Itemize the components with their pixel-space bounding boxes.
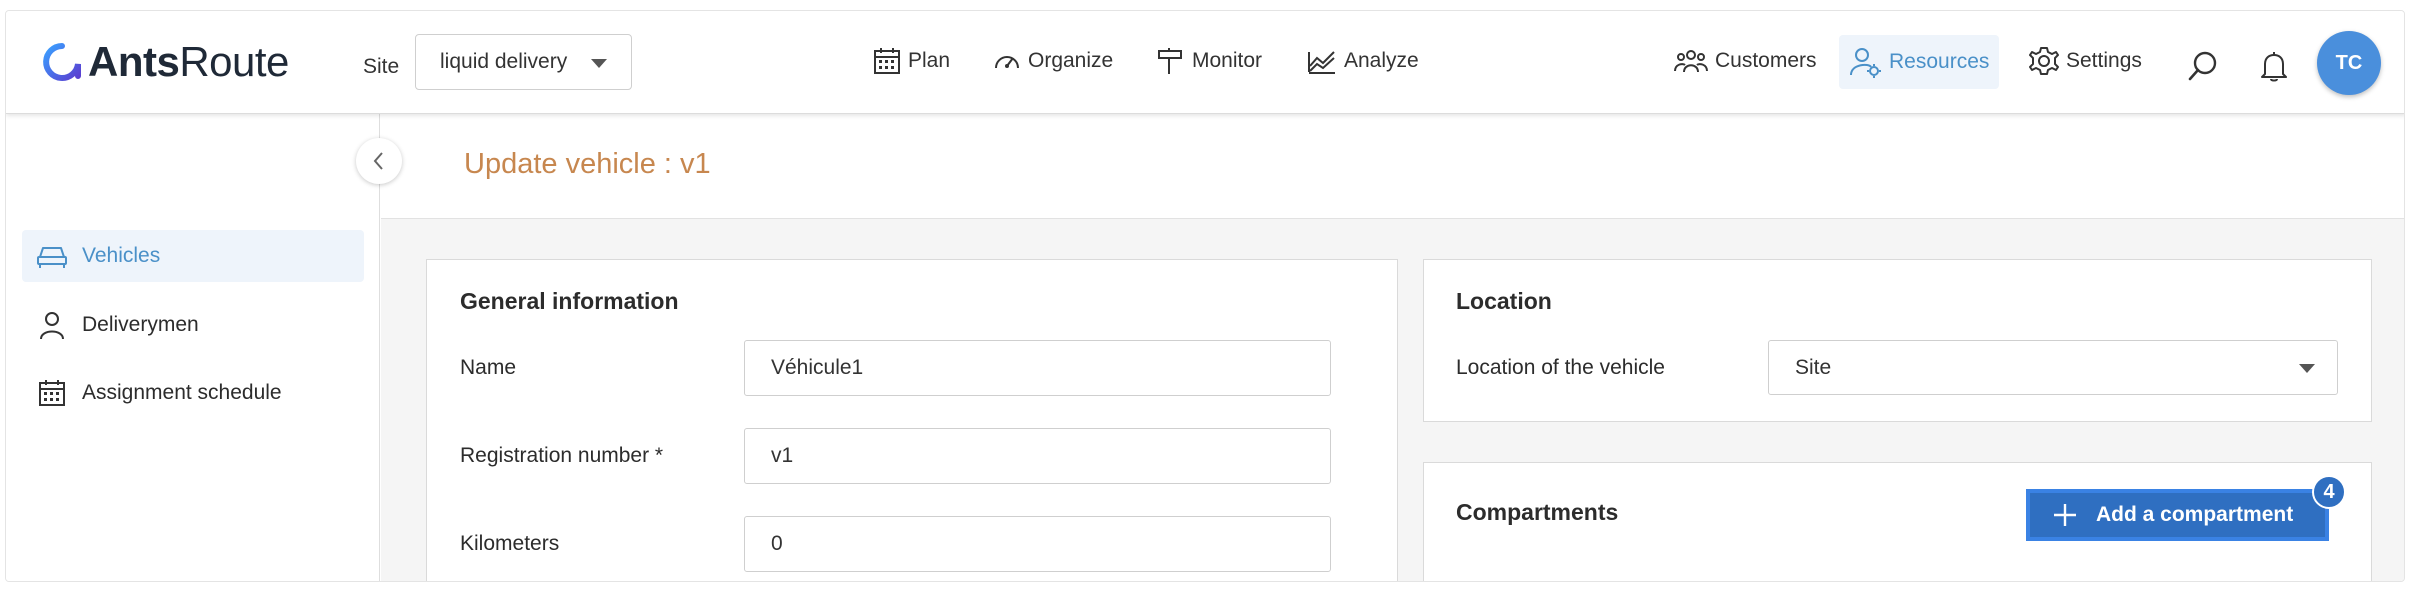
user-gear-icon xyxy=(1850,48,1881,78)
calendar-icon xyxy=(39,380,65,406)
nav-analyze-label: Analyze xyxy=(1344,49,1419,72)
location-select-value: Site xyxy=(1795,355,1832,379)
gear-icon xyxy=(2029,47,2059,75)
notifications-button[interactable] xyxy=(2257,49,2291,83)
nav-customers-label: Customers xyxy=(1715,49,1817,72)
search-button[interactable] xyxy=(2186,49,2220,83)
collapse-sidebar-button[interactable] xyxy=(356,138,402,184)
users-icon xyxy=(1674,50,1708,73)
car-icon xyxy=(37,247,67,268)
page-title: Update vehicle : v1 xyxy=(464,148,711,180)
person-icon xyxy=(40,312,64,340)
chevron-left-icon xyxy=(373,152,383,170)
plus-icon xyxy=(2054,504,2076,526)
avatar[interactable]: TC xyxy=(2317,31,2381,95)
add-compartment-label: Add a compartment xyxy=(2096,503,2294,526)
step-badge: 4 xyxy=(2312,475,2346,509)
name-input[interactable] xyxy=(744,340,1331,396)
site-label: Site xyxy=(363,55,400,78)
kilometers-label: Kilometers xyxy=(460,532,560,555)
nav-customers[interactable]: Customers xyxy=(1673,39,1817,83)
site-select-value: liquid delivery xyxy=(440,50,568,73)
calendar-icon xyxy=(874,48,900,74)
name-label: Name xyxy=(460,356,517,379)
bell-icon xyxy=(2261,52,2287,82)
nav-analyze[interactable]: Analyze xyxy=(1306,39,1419,83)
add-compartment-button[interactable]: Add a compartment xyxy=(2026,489,2329,541)
location-select[interactable]: Site xyxy=(1768,340,2338,395)
sidebar-item-assignment-schedule[interactable]: Assignment schedule xyxy=(22,367,364,419)
chevron-down-icon xyxy=(591,59,607,68)
location-title: Location xyxy=(1456,288,1552,314)
main-content: Update vehicle : v1 General information … xyxy=(381,114,2404,581)
location-card: Location Location of the vehicle Site xyxy=(1423,259,2372,422)
general-information-title: General information xyxy=(460,288,679,314)
logo-text: AntsRoute xyxy=(88,38,289,85)
chart-icon xyxy=(1308,51,1335,74)
sidebar-item-vehicles[interactable]: Vehicles xyxy=(22,230,364,282)
sidebar-item-label: Vehicles xyxy=(82,244,161,267)
nav-settings-label: Settings xyxy=(2066,49,2142,72)
app-window: AntsRoute Site liquid delivery Plan Orga… xyxy=(5,10,2405,582)
site-select[interactable]: liquid delivery xyxy=(415,34,632,90)
kilometers-input[interactable] xyxy=(744,516,1331,572)
sidebar: Vehicles Deliverymen Assignment schedule xyxy=(6,114,380,581)
signpost-icon xyxy=(1158,48,1182,74)
page-header: Update vehicle : v1 xyxy=(381,114,2404,219)
general-information-card: General information Name Registration nu… xyxy=(426,259,1398,581)
nav-settings[interactable]: Settings xyxy=(2028,39,2142,83)
sidebar-item-label: Assignment schedule xyxy=(82,381,282,404)
registration-number-label: Registration number * xyxy=(460,444,664,467)
nav-plan-label: Plan xyxy=(908,49,951,72)
nav-plan[interactable]: Plan xyxy=(872,39,950,83)
nav-organize[interactable]: Organize xyxy=(992,39,1113,83)
compartments-title: Compartments xyxy=(1456,499,1619,525)
search-icon xyxy=(2188,51,2217,81)
sidebar-item-label: Deliverymen xyxy=(82,313,199,336)
nav-resources[interactable]: Resources xyxy=(1839,35,2000,89)
logo[interactable]: AntsRoute xyxy=(42,37,289,87)
nav-organize-label: Organize xyxy=(1028,49,1114,72)
nav-monitor[interactable]: Monitor xyxy=(1156,39,1262,83)
logo-icon xyxy=(43,43,81,81)
sidebar-item-deliverymen[interactable]: Deliverymen xyxy=(22,299,364,351)
registration-number-input[interactable] xyxy=(744,428,1331,484)
location-label: Location of the vehicle xyxy=(1456,356,1665,379)
nav-resources-label: Resources xyxy=(1889,50,1990,73)
chevron-down-icon xyxy=(2299,364,2315,373)
gauge-icon xyxy=(995,56,1019,69)
nav-monitor-label: Monitor xyxy=(1192,49,1263,72)
top-bar: AntsRoute Site liquid delivery Plan Orga… xyxy=(6,11,2404,114)
